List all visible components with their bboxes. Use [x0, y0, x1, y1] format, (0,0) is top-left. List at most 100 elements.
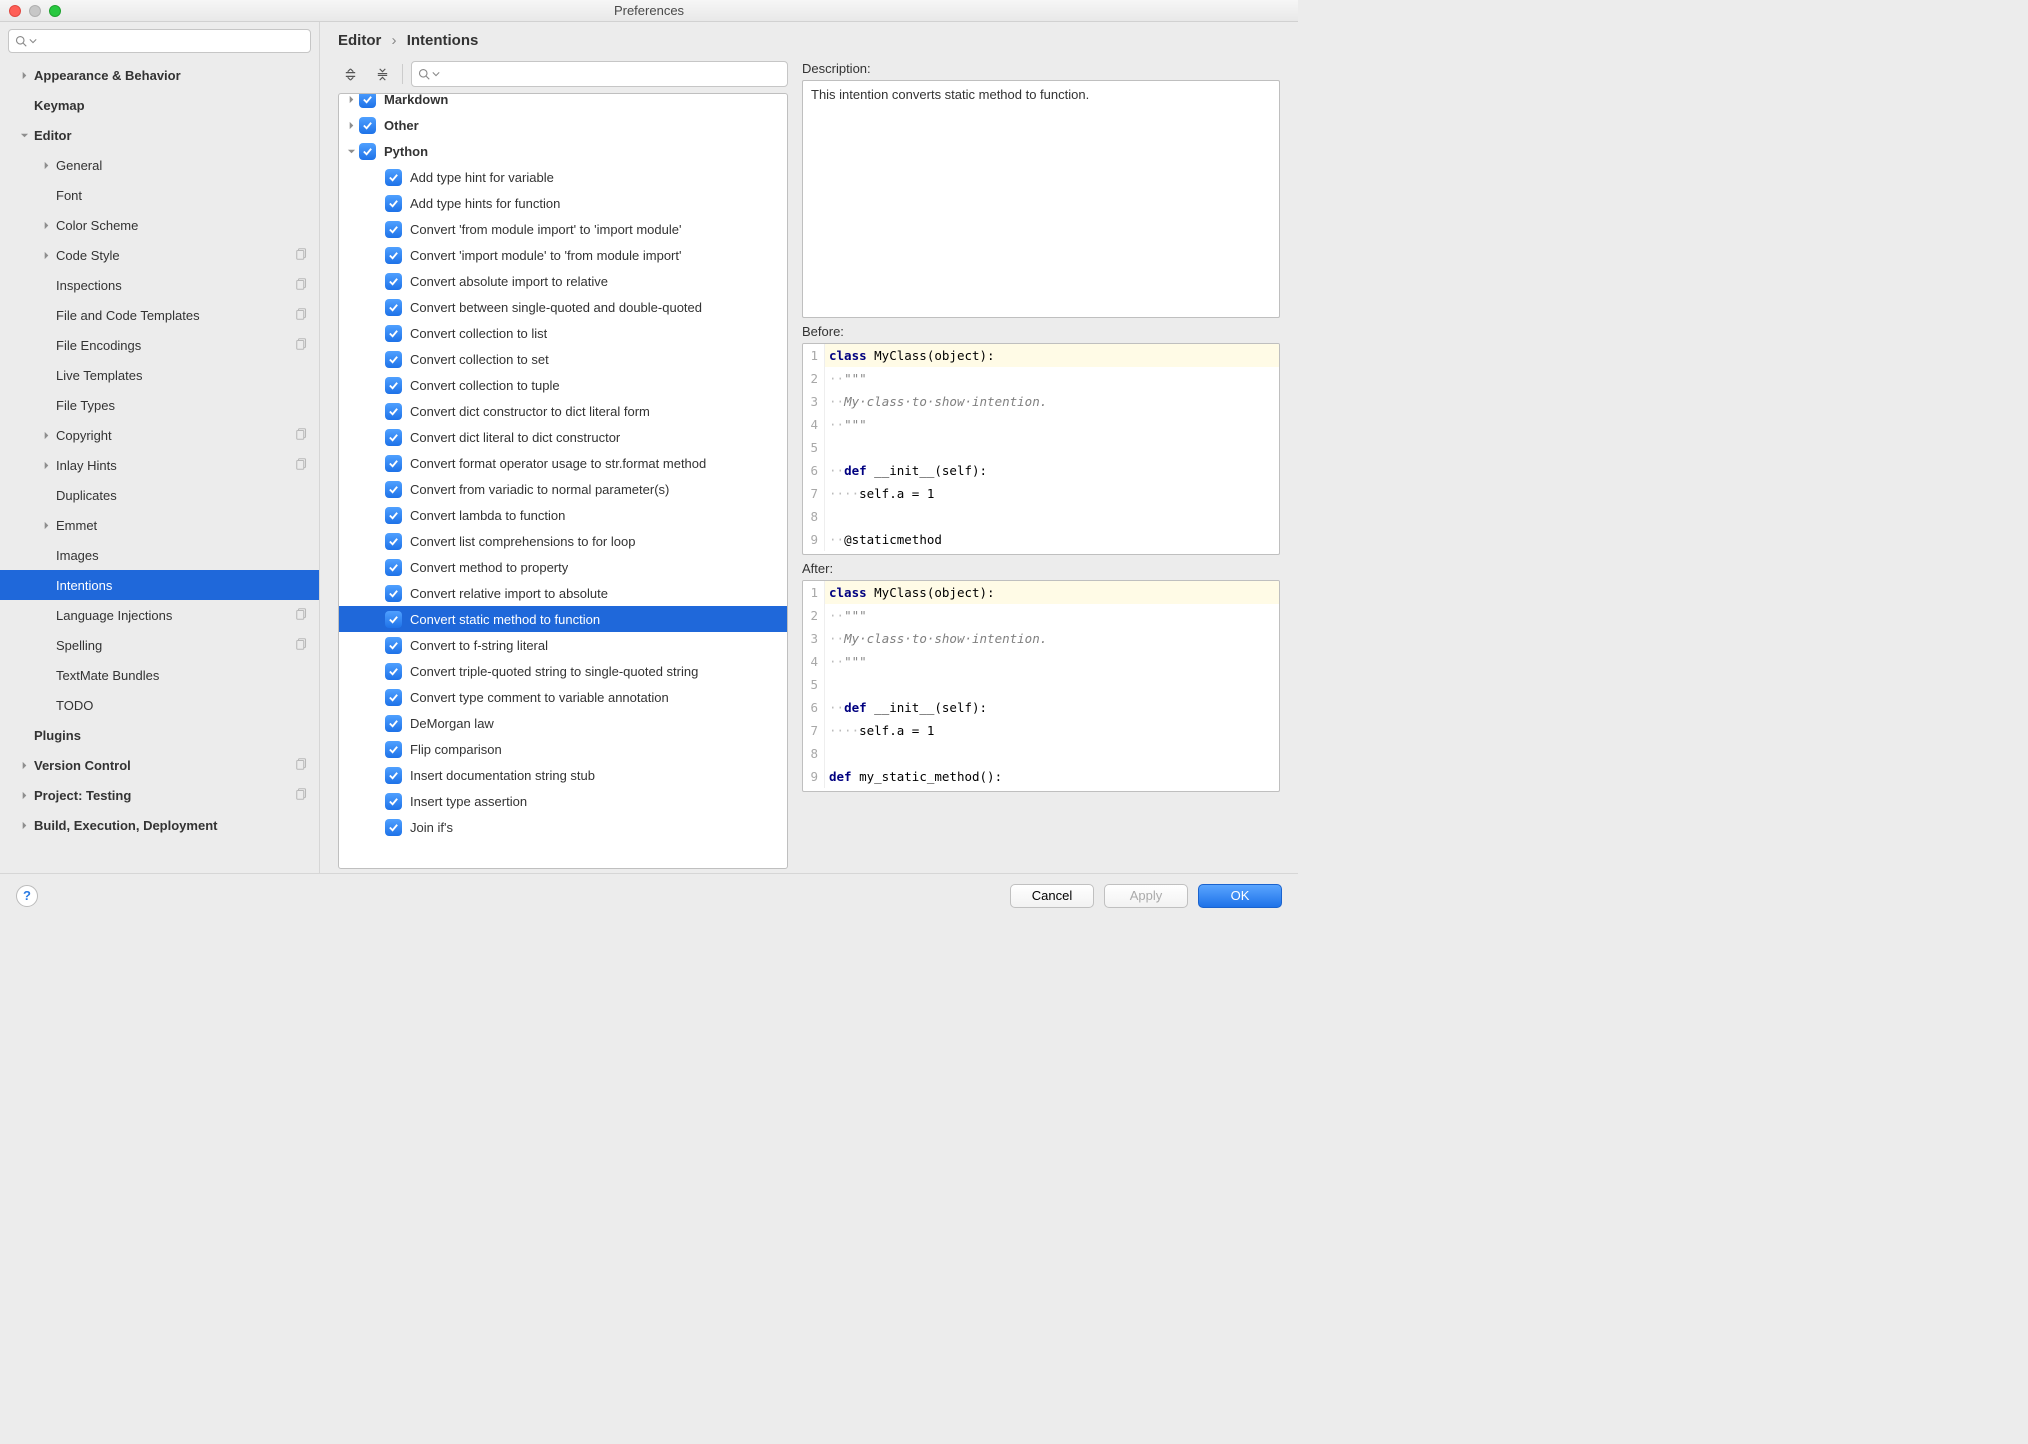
collapse-all-button[interactable]: [370, 63, 394, 85]
sidebar-item-keymap[interactable]: Keymap: [0, 90, 319, 120]
intention-item[interactable]: Convert type comment to variable annotat…: [339, 684, 787, 710]
sidebar-item-file-encodings[interactable]: File Encodings: [0, 330, 319, 360]
sidebar-item-file-and-code-templates[interactable]: File and Code Templates: [0, 300, 319, 330]
intention-item[interactable]: Convert format operator usage to str.for…: [339, 450, 787, 476]
intention-label: Insert type assertion: [410, 794, 527, 809]
sidebar-item-emmet[interactable]: Emmet: [0, 510, 319, 540]
expand-all-button[interactable]: [338, 63, 362, 85]
intention-item[interactable]: Convert list comprehensions to for loop: [339, 528, 787, 554]
checkbox[interactable]: [385, 169, 402, 186]
sidebar-item-appearance-behavior[interactable]: Appearance & Behavior: [0, 60, 319, 90]
intention-item[interactable]: Convert method to property: [339, 554, 787, 580]
sidebar-item-version-control[interactable]: Version Control: [0, 750, 319, 780]
intention-item[interactable]: Convert collection to list: [339, 320, 787, 346]
checkbox[interactable]: [385, 507, 402, 524]
checkbox[interactable]: [385, 351, 402, 368]
intention-item[interactable]: Insert documentation string stub: [339, 762, 787, 788]
checkbox[interactable]: [385, 481, 402, 498]
sidebar-item-inlay-hints[interactable]: Inlay Hints: [0, 450, 319, 480]
checkbox[interactable]: [385, 533, 402, 550]
intention-item[interactable]: Convert from variadic to normal paramete…: [339, 476, 787, 502]
intentions-search-input[interactable]: [444, 67, 781, 82]
checkbox[interactable]: [385, 793, 402, 810]
sidebar-search-input[interactable]: [41, 34, 304, 49]
sidebar-item-images[interactable]: Images: [0, 540, 319, 570]
sidebar-item-language-injections[interactable]: Language Injections: [0, 600, 319, 630]
sidebar-item-textmate-bundles[interactable]: TextMate Bundles: [0, 660, 319, 690]
intention-item[interactable]: Convert dict literal to dict constructor: [339, 424, 787, 450]
apply-button[interactable]: Apply: [1104, 884, 1188, 908]
sidebar-item-intentions[interactable]: Intentions: [0, 570, 319, 600]
checkbox[interactable]: [385, 715, 402, 732]
checkbox[interactable]: [385, 819, 402, 836]
intention-item[interactable]: Convert collection to set: [339, 346, 787, 372]
sidebar-item-duplicates[interactable]: Duplicates: [0, 480, 319, 510]
intention-item[interactable]: DeMorgan law: [339, 710, 787, 736]
disclosure-icon: [18, 791, 30, 800]
checkbox[interactable]: [385, 377, 402, 394]
sidebar-item-inspections[interactable]: Inspections: [0, 270, 319, 300]
intention-item[interactable]: Convert 'import module' to 'from module …: [339, 242, 787, 268]
checkbox[interactable]: [385, 559, 402, 576]
checkbox[interactable]: [385, 273, 402, 290]
help-button[interactable]: ?: [16, 885, 38, 907]
ok-button[interactable]: OK: [1198, 884, 1282, 908]
checkbox[interactable]: [385, 663, 402, 680]
intention-item[interactable]: Add type hints for function: [339, 190, 787, 216]
sidebar-item-font[interactable]: Font: [0, 180, 319, 210]
checkbox[interactable]: [385, 637, 402, 654]
checkbox[interactable]: [385, 325, 402, 342]
intention-item[interactable]: Convert static method to function: [339, 606, 787, 632]
checkbox[interactable]: [385, 455, 402, 472]
sidebar-item-spelling[interactable]: Spelling: [0, 630, 319, 660]
checkbox[interactable]: [359, 94, 376, 108]
intention-item[interactable]: Join if's: [339, 814, 787, 840]
sidebar-item-copyright[interactable]: Copyright: [0, 420, 319, 450]
checkbox[interactable]: [385, 689, 402, 706]
intention-item[interactable]: Convert dict constructor to dict literal…: [339, 398, 787, 424]
intention-item[interactable]: Python: [339, 138, 787, 164]
sidebar-item-file-types[interactable]: File Types: [0, 390, 319, 420]
checkbox[interactable]: [359, 117, 376, 134]
intention-item[interactable]: Convert absolute import to relative: [339, 268, 787, 294]
sidebar-item-editor[interactable]: Editor: [0, 120, 319, 150]
checkbox[interactable]: [385, 429, 402, 446]
sidebar-item-todo[interactable]: TODO: [0, 690, 319, 720]
intention-item[interactable]: Add type hint for variable: [339, 164, 787, 190]
checkbox[interactable]: [385, 221, 402, 238]
disclosure-icon: [40, 161, 52, 170]
intention-item[interactable]: Convert collection to tuple: [339, 372, 787, 398]
checkbox[interactable]: [385, 741, 402, 758]
sidebar-item-build-execution-deployment[interactable]: Build, Execution, Deployment: [0, 810, 319, 840]
sidebar-item-general[interactable]: General: [0, 150, 319, 180]
titlebar: Preferences: [0, 0, 1298, 22]
description-label: Description:: [802, 61, 1280, 76]
intention-item[interactable]: Other: [339, 112, 787, 138]
intention-item[interactable]: Markdown: [339, 94, 787, 112]
checkbox[interactable]: [385, 195, 402, 212]
intention-item[interactable]: Convert triple-quoted string to single-q…: [339, 658, 787, 684]
sidebar-item-color-scheme[interactable]: Color Scheme: [0, 210, 319, 240]
sidebar-item-plugins[interactable]: Plugins: [0, 720, 319, 750]
intention-item[interactable]: Convert between single-quoted and double…: [339, 294, 787, 320]
checkbox[interactable]: [385, 299, 402, 316]
checkbox[interactable]: [385, 767, 402, 784]
intention-item[interactable]: Insert type assertion: [339, 788, 787, 814]
sidebar-item-project-testing[interactable]: Project: Testing: [0, 780, 319, 810]
cancel-button[interactable]: Cancel: [1010, 884, 1094, 908]
intention-item[interactable]: Convert relative import to absolute: [339, 580, 787, 606]
intention-label: Convert to f-string literal: [410, 638, 548, 653]
checkbox[interactable]: [385, 247, 402, 264]
intention-item[interactable]: Convert lambda to function: [339, 502, 787, 528]
checkbox[interactable]: [385, 585, 402, 602]
intention-item[interactable]: Convert to f-string literal: [339, 632, 787, 658]
intention-item[interactable]: Flip comparison: [339, 736, 787, 762]
checkbox[interactable]: [385, 403, 402, 420]
intention-item[interactable]: Convert 'from module import' to 'import …: [339, 216, 787, 242]
sidebar-item-live-templates[interactable]: Live Templates: [0, 360, 319, 390]
sidebar-search[interactable]: [8, 29, 311, 53]
intentions-search[interactable]: [411, 61, 788, 87]
checkbox[interactable]: [385, 611, 402, 628]
sidebar-item-code-style[interactable]: Code Style: [0, 240, 319, 270]
checkbox[interactable]: [359, 143, 376, 160]
